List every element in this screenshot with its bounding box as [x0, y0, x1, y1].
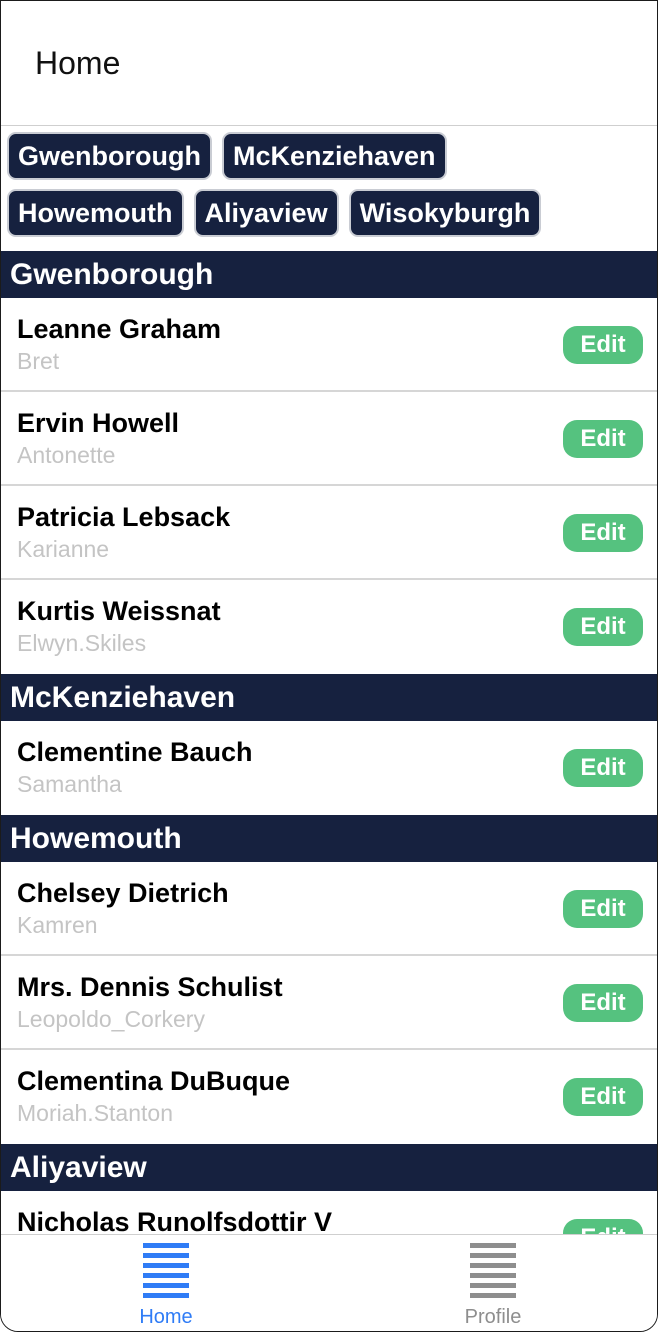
- edit-button[interactable]: Edit: [563, 749, 643, 787]
- user-row[interactable]: Kurtis Weissnat Elwyn.Skiles Edit: [1, 580, 657, 674]
- user-username: Elwyn.Skiles: [17, 630, 147, 656]
- list-icon: [143, 1243, 189, 1298]
- user-username: Bret: [17, 348, 60, 374]
- user-username: Kamren: [17, 912, 98, 938]
- section-header: Aliyaview: [1, 1144, 657, 1191]
- user-name: Clementina DuBuque: [17, 1066, 291, 1096]
- city-filter-bar: Gwenborough McKenziehaven Howemouth Aliyav…: [7, 132, 647, 246]
- section-rows: Clementine Bauch Samantha Edit: [1, 721, 657, 815]
- user-row[interactable]: Chelsey Dietrich Kamren Edit: [1, 862, 657, 956]
- section-header: McKenziehaven: [1, 674, 657, 721]
- user-row[interactable]: Mrs. Dennis Schulist Leopoldo_Corkery Edit: [1, 956, 657, 1050]
- user-name: Mrs. Dennis Schulist: [17, 972, 283, 1002]
- user-name: Clementine Bauch: [17, 737, 253, 767]
- user-row[interactable]: Patricia Lebsack Karianne Edit: [1, 486, 657, 580]
- user-row[interactable]: Nicholas Runolfsdottir VMaxime_NienowEdi…: [1, 1191, 657, 1236]
- tab-profile[interactable]: Profile: [433, 1243, 553, 1329]
- user-section-list[interactable]: Gwenborough Leanne Graham Bret Edit Ervin Ho…: [1, 251, 657, 1236]
- user-name: Ervin Howell: [17, 408, 180, 438]
- user-name: Chelsey Dietrich: [17, 878, 229, 908]
- city-filter-chip[interactable]: McKenziehaven: [221, 132, 447, 180]
- section-rows: Chelsey Dietrich Kamren Edit Mrs. Dennis Sc…: [1, 862, 657, 1144]
- user-name: Nicholas Runolfsdottir V: [17, 1207, 333, 1236]
- city-filter-chip[interactable]: Aliyaview: [193, 189, 339, 237]
- user-username: Leopoldo_Corkery: [17, 1006, 205, 1032]
- user-name: Kurtis Weissnat: [17, 596, 221, 626]
- edit-button[interactable]: Edit: [563, 514, 643, 552]
- filter-row: Howemouth Aliyaview Wisokyburgh: [7, 189, 647, 237]
- user-username: Samantha: [17, 771, 122, 797]
- user-row[interactable]: Ervin Howell Antonette Edit: [1, 392, 657, 486]
- section-rows: Leanne Graham Bret Edit Ervin Howell Antonet…: [1, 298, 657, 674]
- tab-profile-label: Profile: [464, 1306, 522, 1328]
- edit-button[interactable]: Edit: [563, 1078, 643, 1116]
- list-icon: [470, 1243, 516, 1298]
- user-name: Leanne Graham: [17, 314, 222, 344]
- user-username: Antonette: [17, 442, 116, 468]
- user-username: Moriah.Stanton: [17, 1100, 173, 1126]
- user-row[interactable]: Clementine Bauch Samantha Edit: [1, 721, 657, 815]
- edit-button[interactable]: Edit: [563, 326, 643, 364]
- user-row[interactable]: Leanne Graham Bret Edit: [1, 298, 657, 392]
- section-header: Howemouth: [1, 815, 657, 862]
- user-row[interactable]: Clementina DuBuque Moriah.Stanton Edit: [1, 1050, 657, 1144]
- edit-button[interactable]: Edit: [563, 420, 643, 458]
- tab-home[interactable]: Home: [106, 1243, 226, 1329]
- edit-button[interactable]: Edit: [563, 984, 643, 1022]
- city-filter-chip[interactable]: Gwenborough: [7, 132, 212, 180]
- section-rows: Nicholas Runolfsdottir VMaxime_NienowEdi…: [1, 1191, 657, 1236]
- city-filter-chip[interactable]: Howemouth: [7, 189, 184, 237]
- page-title: Home: [35, 45, 121, 81]
- nav-header: Home: [1, 1, 657, 126]
- user-username: Karianne: [17, 536, 110, 562]
- user-name: Patricia Lebsack: [17, 502, 231, 532]
- section-header: Gwenborough: [1, 251, 657, 298]
- edit-button[interactable]: Edit: [563, 608, 643, 646]
- app-frame: Home Gwenborough McKenziehaven Howemouth A…: [0, 0, 658, 1332]
- filter-row: Gwenborough McKenziehaven: [7, 132, 647, 180]
- edit-button[interactable]: Edit: [563, 890, 643, 928]
- tab-bar: Home Profile: [1, 1234, 657, 1331]
- city-filter-chip[interactable]: Wisokyburgh: [348, 189, 542, 237]
- tab-home-label: Home: [139, 1306, 193, 1328]
